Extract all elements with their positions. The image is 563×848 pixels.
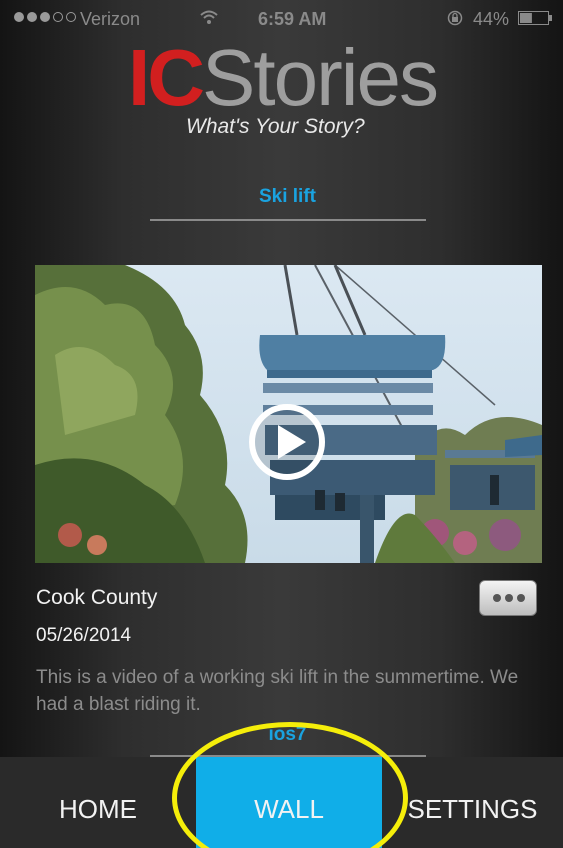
signal-strength-icon <box>14 12 76 22</box>
story-title[interactable]: Ski lift <box>0 186 563 208</box>
tab-bar: HOME WALL SETTINGS <box>0 757 563 848</box>
tab-home[interactable]: HOME <box>0 757 196 848</box>
tagline: What's Your Story? <box>186 115 365 138</box>
tab-settings[interactable]: SETTINGS <box>382 757 563 848</box>
story-description: This is a video of a working ski lift in… <box>36 667 519 715</box>
more-options-button[interactable] <box>479 580 537 616</box>
battery-icon <box>518 11 552 25</box>
battery-percentage: 44% <box>473 9 510 29</box>
tab-wall[interactable]: WALL <box>196 757 382 848</box>
next-story-title[interactable]: ios7 <box>0 724 563 746</box>
wifi-icon <box>200 10 218 24</box>
app-screen: Verizon 6:59 AM 44% ICStories What's You… <box>0 0 563 848</box>
divider <box>150 219 426 221</box>
app-logo: ICStories <box>128 32 439 122</box>
story-location: Cook County <box>36 586 158 609</box>
story-date: 05/26/2014 <box>36 625 132 646</box>
lock-rotation-icon <box>447 10 463 26</box>
status-time: 6:59 AM <box>258 9 327 29</box>
play-icon[interactable] <box>248 403 326 481</box>
logo-text: Stories <box>202 33 439 122</box>
more-dots-icon <box>493 594 525 602</box>
logo-accent-text: IC <box>128 33 205 122</box>
carrier-name: Verizon <box>80 9 141 29</box>
